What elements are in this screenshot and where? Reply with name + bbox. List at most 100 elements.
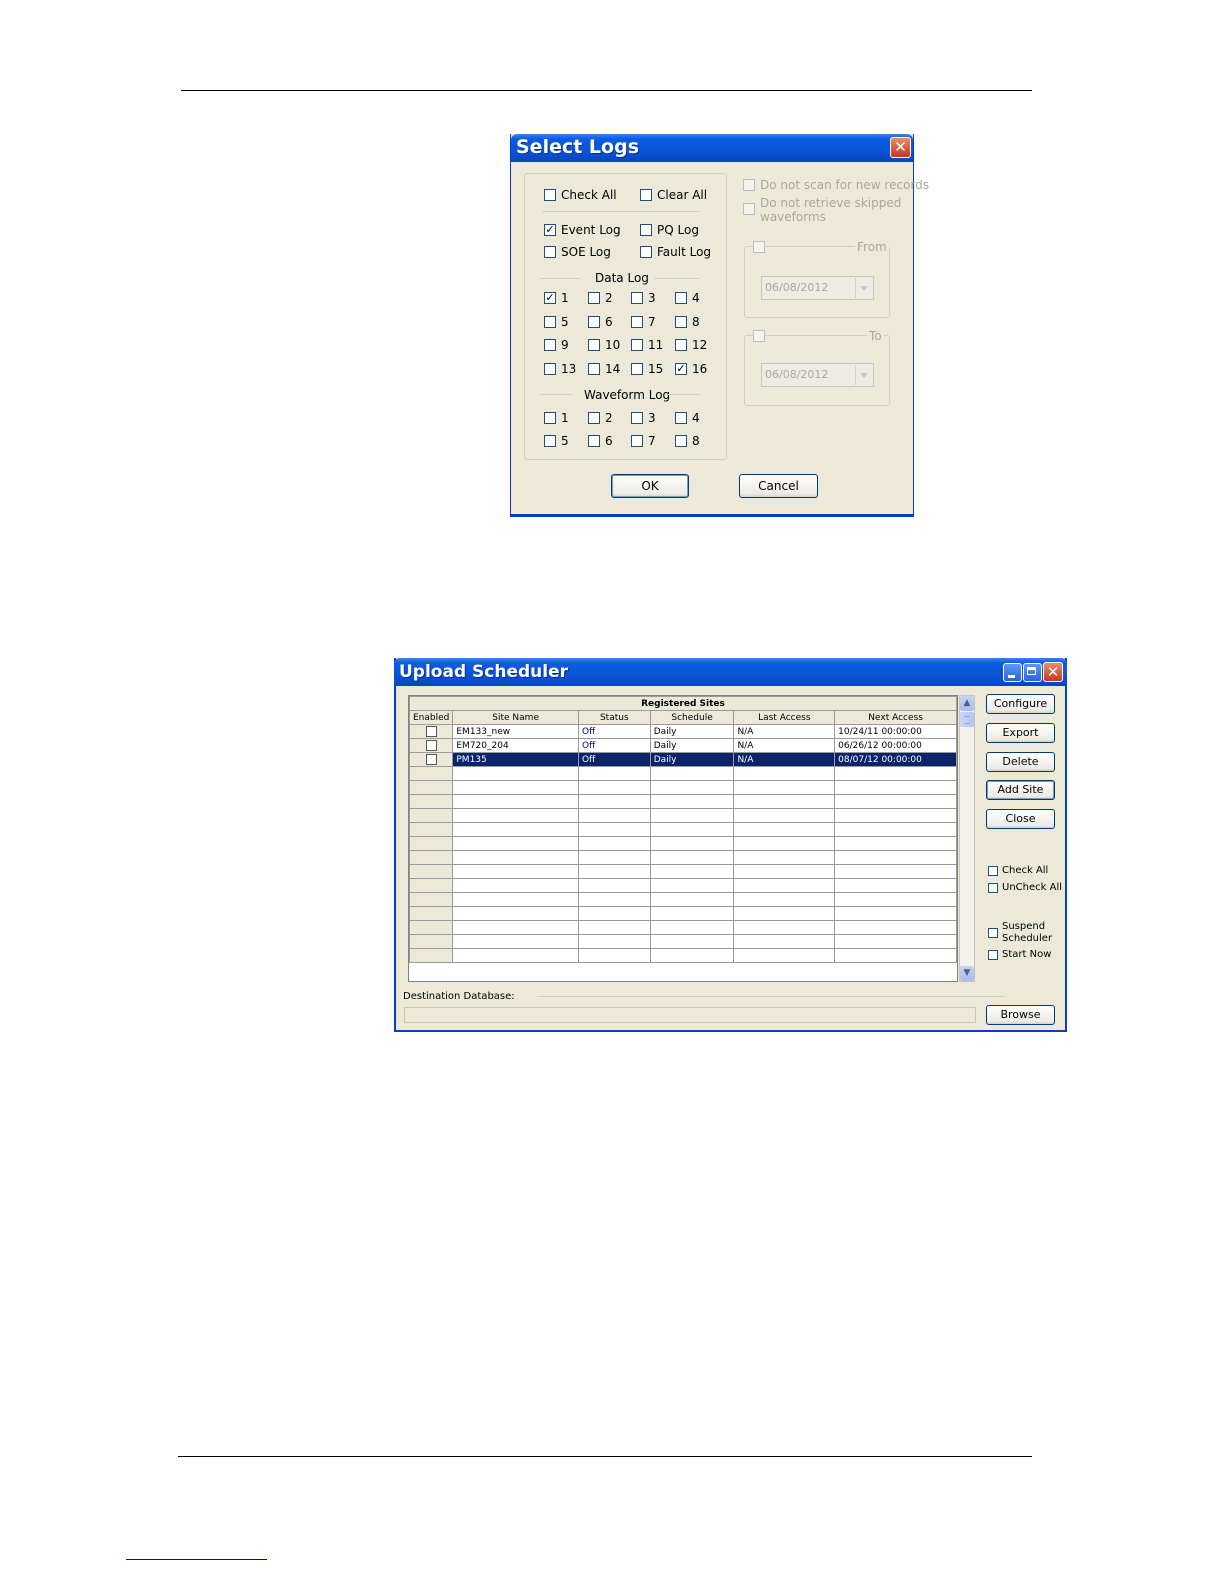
table-row[interactable] <box>409 892 957 907</box>
data-log-checkbox[interactable] <box>675 292 687 304</box>
chevron-down-icon[interactable] <box>855 278 872 298</box>
cell-next <box>834 836 957 851</box>
row-enabled-cell <box>409 822 454 837</box>
cancel-button[interactable]: Cancel <box>739 474 818 498</box>
data-log-checkbox[interactable] <box>675 315 687 328</box>
table-row[interactable]: EM133_new Off Daily N/A 10/24/11 00:00:00 <box>409 724 957 739</box>
table-row[interactable] <box>409 878 957 893</box>
enabled-checkbox[interactable] <box>425 754 437 765</box>
waveform-log-checkbox[interactable] <box>675 435 687 447</box>
from-date-picker[interactable]: 06/08/2012 <box>761 276 874 300</box>
clear-all-checkbox[interactable] <box>640 189 652 201</box>
suspend-scheduler-checkbox[interactable] <box>988 928 998 938</box>
destination-database-field[interactable] <box>404 1007 976 1023</box>
row-enabled-cell[interactable] <box>409 724 454 739</box>
table-row[interactable] <box>409 850 957 865</box>
table-row[interactable]: PM135 Off Daily N/A 08/07/12 00:00:00 <box>409 752 957 767</box>
waveform-log-checkbox[interactable] <box>631 412 643 424</box>
data-log-checkbox[interactable] <box>675 339 687 351</box>
data-log-checkbox[interactable] <box>544 339 556 351</box>
scroll-thumb[interactable] <box>960 712 974 727</box>
table-row[interactable] <box>409 836 957 851</box>
grid-scrollbar[interactable]: ▲ ▼ <box>959 695 975 982</box>
check-all-checkbox[interactable] <box>988 866 998 876</box>
cell-next <box>834 822 957 837</box>
column-header[interactable]: Site Name <box>452 710 579 725</box>
data-log-checkbox[interactable] <box>588 292 600 304</box>
table-row[interactable] <box>409 822 957 837</box>
soe-log-checkbox[interactable] <box>544 246 556 258</box>
table-row[interactable] <box>409 794 957 809</box>
add-site-button[interactable]: Add Site <box>986 780 1055 800</box>
data-log-label: 5 <box>561 314 569 329</box>
table-row[interactable] <box>409 920 957 935</box>
to-date-picker[interactable]: 06/08/2012 <box>761 363 874 387</box>
browse-button[interactable]: Browse <box>986 1005 1055 1025</box>
table-row[interactable] <box>409 808 957 823</box>
row-enabled-cell[interactable] <box>409 752 454 767</box>
enabled-checkbox[interactable] <box>425 726 437 737</box>
close-button[interactable]: Close <box>986 809 1055 829</box>
registered-sites-grid[interactable]: Registered Sites Enabled Site Name Status S… <box>408 695 958 982</box>
grid-caption: Registered Sites <box>409 696 957 711</box>
data-log-checkbox[interactable]: ✓ <box>544 292 556 304</box>
column-header[interactable]: Enabled <box>409 710 454 725</box>
data-log-checkbox[interactable] <box>631 362 643 375</box>
cell-site <box>452 878 579 893</box>
export-button[interactable]: Export <box>986 723 1055 743</box>
data-log-label: 3 <box>648 291 656 305</box>
check-all-checkbox[interactable] <box>544 189 556 201</box>
to-checkbox[interactable] <box>753 330 765 342</box>
data-log-checkbox[interactable] <box>631 315 643 328</box>
table-row[interactable] <box>409 780 957 795</box>
chevron-down-icon[interactable] <box>855 365 872 385</box>
table-row[interactable] <box>409 934 957 949</box>
column-header[interactable]: Next Access <box>834 710 957 725</box>
waveform-log-checkbox[interactable] <box>544 412 556 424</box>
waveform-log-checkbox[interactable] <box>675 412 687 424</box>
cell-schedule <box>649 780 735 795</box>
fault-log-checkbox[interactable] <box>640 246 652 258</box>
minimize-icon[interactable] <box>1003 663 1022 682</box>
waveform-log-checkbox[interactable] <box>631 435 643 447</box>
no-scan-checkbox[interactable] <box>743 179 755 191</box>
table-row[interactable] <box>409 864 957 879</box>
data-log-checkbox[interactable] <box>544 315 556 328</box>
data-log-checkbox[interactable] <box>544 362 556 375</box>
waveform-log-checkbox[interactable] <box>588 412 600 424</box>
start-now-checkbox[interactable] <box>988 950 998 960</box>
waveform-log-checkbox[interactable] <box>588 435 600 447</box>
delete-button[interactable]: Delete <box>986 752 1055 772</box>
data-log-checkbox[interactable] <box>588 339 600 351</box>
footer-link-underline[interactable] <box>126 1559 267 1560</box>
table-row[interactable] <box>409 948 957 963</box>
data-log-checkbox[interactable] <box>631 292 643 304</box>
waveform-log-checkbox[interactable] <box>544 435 556 447</box>
data-log-checkbox[interactable]: ✓ <box>675 362 687 375</box>
maximize-icon[interactable] <box>1023 663 1042 682</box>
scroll-down-icon[interactable]: ▼ <box>960 966 974 981</box>
enabled-checkbox[interactable] <box>425 740 437 751</box>
pq-log-checkbox[interactable] <box>640 224 652 236</box>
close-icon[interactable]: ✕ <box>1043 662 1063 682</box>
data-log-checkbox[interactable] <box>631 339 643 351</box>
table-row[interactable]: EM720_204 Off Daily N/A 06/26/12 00:00:00 <box>409 738 957 753</box>
ok-button[interactable]: OK <box>611 474 689 498</box>
uncheck-all-checkbox[interactable] <box>988 883 998 893</box>
cell-status <box>577 850 651 865</box>
table-row[interactable] <box>409 766 957 781</box>
no-retrieve-checkbox[interactable] <box>743 203 755 215</box>
scroll-up-icon[interactable]: ▲ <box>960 696 974 711</box>
from-checkbox[interactable] <box>753 241 765 253</box>
data-log-checkbox[interactable] <box>588 362 600 375</box>
row-enabled-cell[interactable] <box>409 738 454 753</box>
configure-button[interactable]: Configure <box>986 694 1055 714</box>
event-log-checkbox[interactable]: ✓ <box>544 224 556 236</box>
column-header[interactable]: Last Access <box>733 710 836 725</box>
table-row[interactable] <box>409 906 957 921</box>
data-log-checkbox[interactable] <box>588 315 600 328</box>
column-header[interactable]: Status <box>577 710 651 725</box>
close-icon[interactable]: ✕ <box>890 137 911 158</box>
cell-last <box>733 850 836 865</box>
column-header[interactable]: Schedule <box>649 710 735 725</box>
